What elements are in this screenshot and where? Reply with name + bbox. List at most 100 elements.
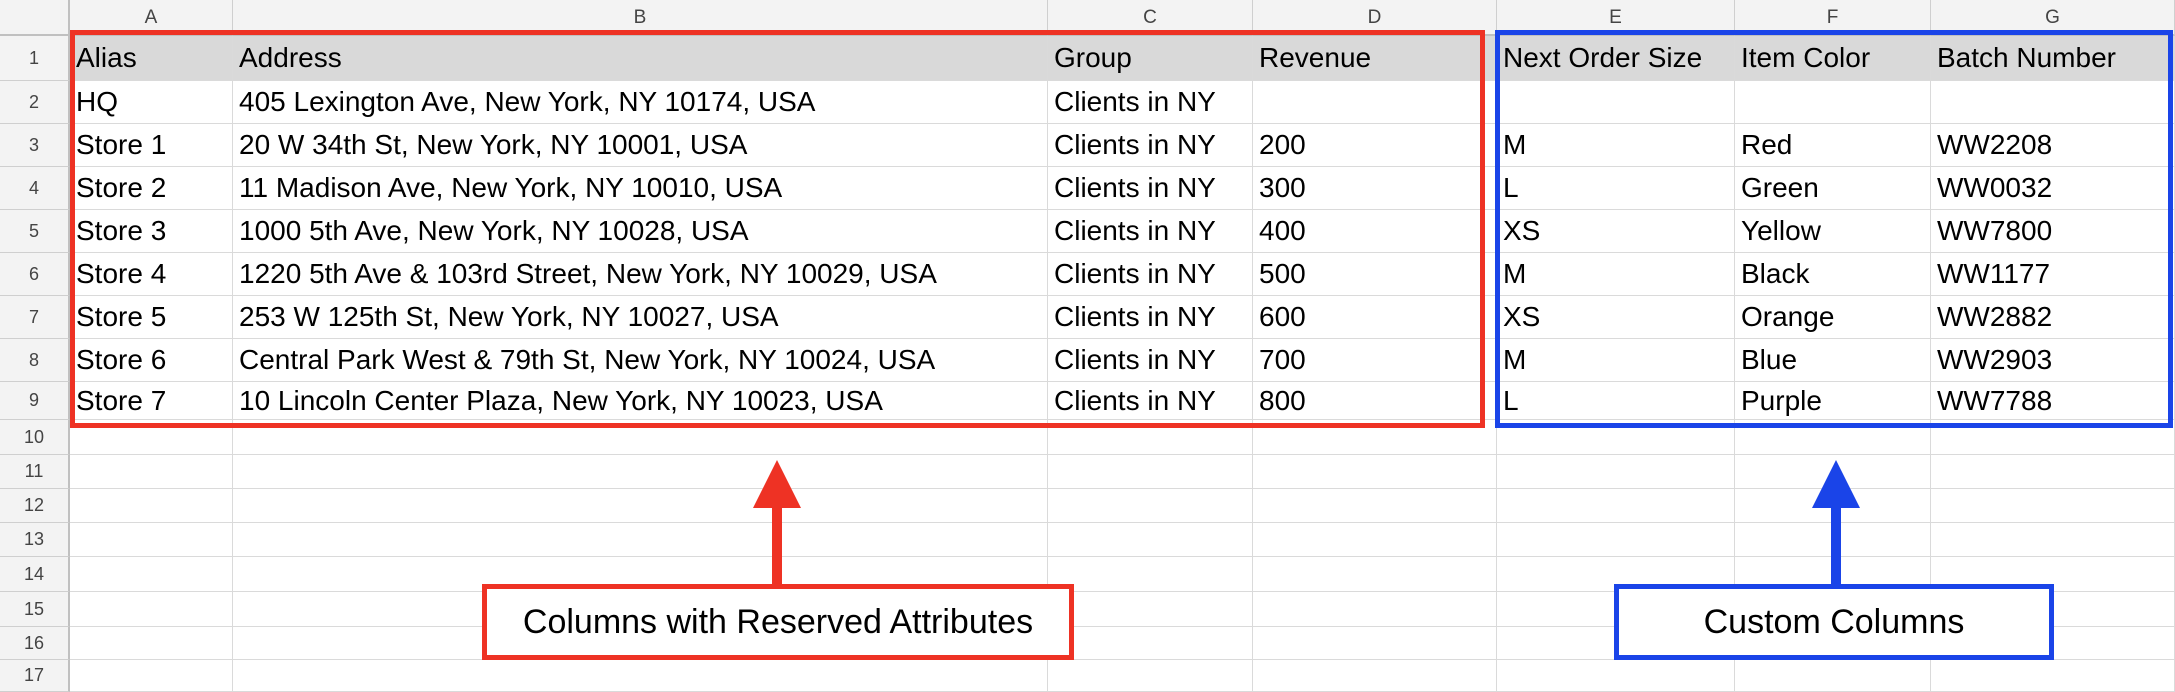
row-header-9[interactable]: 9 [0, 382, 70, 420]
column-header-g[interactable]: G [1931, 0, 2175, 36]
cell-b8[interactable]: Central Park West & 79th St, New York, N… [233, 339, 1048, 382]
row-header-8[interactable]: 8 [0, 339, 70, 382]
cell-b2[interactable]: 405 Lexington Ave, New York, NY 10174, U… [233, 81, 1048, 124]
cell-c5[interactable]: Clients in NY [1048, 210, 1253, 253]
cell-g9[interactable]: WW7788 [1931, 382, 2175, 420]
cell-d15[interactable] [1253, 592, 1497, 627]
row-header-2[interactable]: 2 [0, 81, 70, 124]
cell-e8[interactable]: M [1497, 339, 1735, 382]
column-header-f[interactable]: F [1735, 0, 1931, 36]
cell-f6[interactable]: Black [1735, 253, 1931, 296]
cell-b7[interactable]: 253 W 125th St, New York, NY 10027, USA [233, 296, 1048, 339]
cell-e2[interactable] [1497, 81, 1735, 124]
cell-d1[interactable]: Revenue [1253, 36, 1497, 81]
cell-d16[interactable] [1253, 627, 1497, 660]
row-header-13[interactable]: 13 [0, 523, 70, 557]
cell-f12[interactable] [1735, 489, 1931, 523]
cell-d5[interactable]: 400 [1253, 210, 1497, 253]
row-header-4[interactable]: 4 [0, 167, 70, 210]
cell-f9[interactable]: Purple [1735, 382, 1931, 420]
cell-f13[interactable] [1735, 523, 1931, 557]
cell-a17[interactable] [70, 660, 233, 692]
row-header-16[interactable]: 16 [0, 627, 70, 660]
cell-c12[interactable] [1048, 489, 1253, 523]
cell-d2[interactable] [1253, 81, 1497, 124]
cell-a16[interactable] [70, 627, 233, 660]
row-header-11[interactable]: 11 [0, 455, 70, 489]
cell-b9[interactable]: 10 Lincoln Center Plaza, New York, NY 10… [233, 382, 1048, 420]
cell-g10[interactable] [1931, 420, 2175, 455]
cell-c3[interactable]: Clients in NY [1048, 124, 1253, 167]
cell-c11[interactable] [1048, 455, 1253, 489]
cell-a13[interactable] [70, 523, 233, 557]
cell-a2[interactable]: HQ [70, 81, 233, 124]
cell-f5[interactable]: Yellow [1735, 210, 1931, 253]
cell-c13[interactable] [1048, 523, 1253, 557]
cell-e5[interactable]: XS [1497, 210, 1735, 253]
cell-f7[interactable]: Orange [1735, 296, 1931, 339]
cell-a3[interactable]: Store 1 [70, 124, 233, 167]
cell-g11[interactable] [1931, 455, 2175, 489]
cell-g4[interactable]: WW0032 [1931, 167, 2175, 210]
cell-a15[interactable] [70, 592, 233, 627]
select-all-corner[interactable] [0, 0, 70, 36]
cell-a14[interactable] [70, 557, 233, 592]
cell-g1[interactable]: Batch Number [1931, 36, 2175, 81]
cell-d4[interactable]: 300 [1253, 167, 1497, 210]
row-header-6[interactable]: 6 [0, 253, 70, 296]
cell-g5[interactable]: WW7800 [1931, 210, 2175, 253]
cell-c8[interactable]: Clients in NY [1048, 339, 1253, 382]
cell-d12[interactable] [1253, 489, 1497, 523]
cell-a6[interactable]: Store 4 [70, 253, 233, 296]
cell-a5[interactable]: Store 3 [70, 210, 233, 253]
cell-b1[interactable]: Address [233, 36, 1048, 81]
cell-a8[interactable]: Store 6 [70, 339, 233, 382]
cell-c16[interactable] [1048, 627, 1253, 660]
cell-d11[interactable] [1253, 455, 1497, 489]
column-header-e[interactable]: E [1497, 0, 1735, 36]
cell-e13[interactable] [1497, 523, 1735, 557]
cell-a1[interactable]: Alias [70, 36, 233, 81]
column-header-a[interactable]: A [70, 0, 233, 36]
cell-c10[interactable] [1048, 420, 1253, 455]
cell-f8[interactable]: Blue [1735, 339, 1931, 382]
row-header-7[interactable]: 7 [0, 296, 70, 339]
cell-c4[interactable]: Clients in NY [1048, 167, 1253, 210]
cell-c1[interactable]: Group [1048, 36, 1253, 81]
column-header-c[interactable]: C [1048, 0, 1253, 36]
row-header-14[interactable]: 14 [0, 557, 70, 592]
cell-g13[interactable] [1931, 523, 2175, 557]
cell-a12[interactable] [70, 489, 233, 523]
cell-a11[interactable] [70, 455, 233, 489]
cell-c15[interactable] [1048, 592, 1253, 627]
cell-d6[interactable]: 500 [1253, 253, 1497, 296]
cell-b4[interactable]: 11 Madison Ave, New York, NY 10010, USA [233, 167, 1048, 210]
cell-f1[interactable]: Item Color [1735, 36, 1931, 81]
cell-d3[interactable]: 200 [1253, 124, 1497, 167]
cell-b12[interactable] [233, 489, 1048, 523]
cell-d9[interactable]: 800 [1253, 382, 1497, 420]
cell-b11[interactable] [233, 455, 1048, 489]
cell-e6[interactable]: M [1497, 253, 1735, 296]
cell-b6[interactable]: 1220 5th Ave & 103rd Street, New York, N… [233, 253, 1048, 296]
cell-b5[interactable]: 1000 5th Ave, New York, NY 10028, USA [233, 210, 1048, 253]
cell-e17[interactable] [1497, 660, 1735, 692]
cell-d7[interactable]: 600 [1253, 296, 1497, 339]
cell-e7[interactable]: XS [1497, 296, 1735, 339]
cell-c9[interactable]: Clients in NY [1048, 382, 1253, 420]
cell-d8[interactable]: 700 [1253, 339, 1497, 382]
cell-f10[interactable] [1735, 420, 1931, 455]
cell-a9[interactable]: Store 7 [70, 382, 233, 420]
cell-d14[interactable] [1253, 557, 1497, 592]
row-header-3[interactable]: 3 [0, 124, 70, 167]
cell-g17[interactable] [1931, 660, 2175, 692]
cell-c6[interactable]: Clients in NY [1048, 253, 1253, 296]
cell-c2[interactable]: Clients in NY [1048, 81, 1253, 124]
cell-b3[interactable]: 20 W 34th St, New York, NY 10001, USA [233, 124, 1048, 167]
cell-g6[interactable]: WW1177 [1931, 253, 2175, 296]
cell-d13[interactable] [1253, 523, 1497, 557]
cell-a4[interactable]: Store 2 [70, 167, 233, 210]
cell-e3[interactable]: M [1497, 124, 1735, 167]
cell-e12[interactable] [1497, 489, 1735, 523]
cell-d10[interactable] [1253, 420, 1497, 455]
